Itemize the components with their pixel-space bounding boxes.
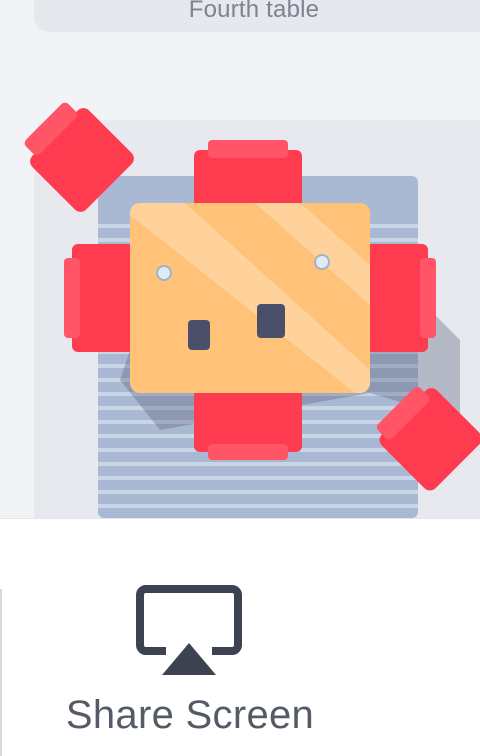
table-item-left bbox=[188, 320, 210, 350]
app-page: Fourth table Share Screen bbox=[0, 0, 480, 756]
meeting-toolbar: Share Screen bbox=[0, 518, 480, 756]
chair-right bbox=[366, 244, 436, 352]
dining-table-illustration[interactable] bbox=[0, 0, 480, 518]
chair-top bbox=[194, 140, 302, 212]
chair-left bbox=[64, 244, 134, 352]
table-list: Fourth table bbox=[0, 0, 480, 518]
table-top bbox=[130, 203, 370, 393]
table-light-left bbox=[156, 265, 172, 281]
airplay-screen-icon bbox=[136, 585, 242, 675]
chair-bottom bbox=[194, 390, 302, 460]
table-light-right bbox=[314, 254, 330, 270]
share-screen-button[interactable]: Share Screen bbox=[30, 577, 350, 756]
table-item-right bbox=[257, 304, 285, 338]
toolbar-divider bbox=[0, 589, 2, 756]
share-screen-label: Share Screen bbox=[65, 693, 315, 737]
